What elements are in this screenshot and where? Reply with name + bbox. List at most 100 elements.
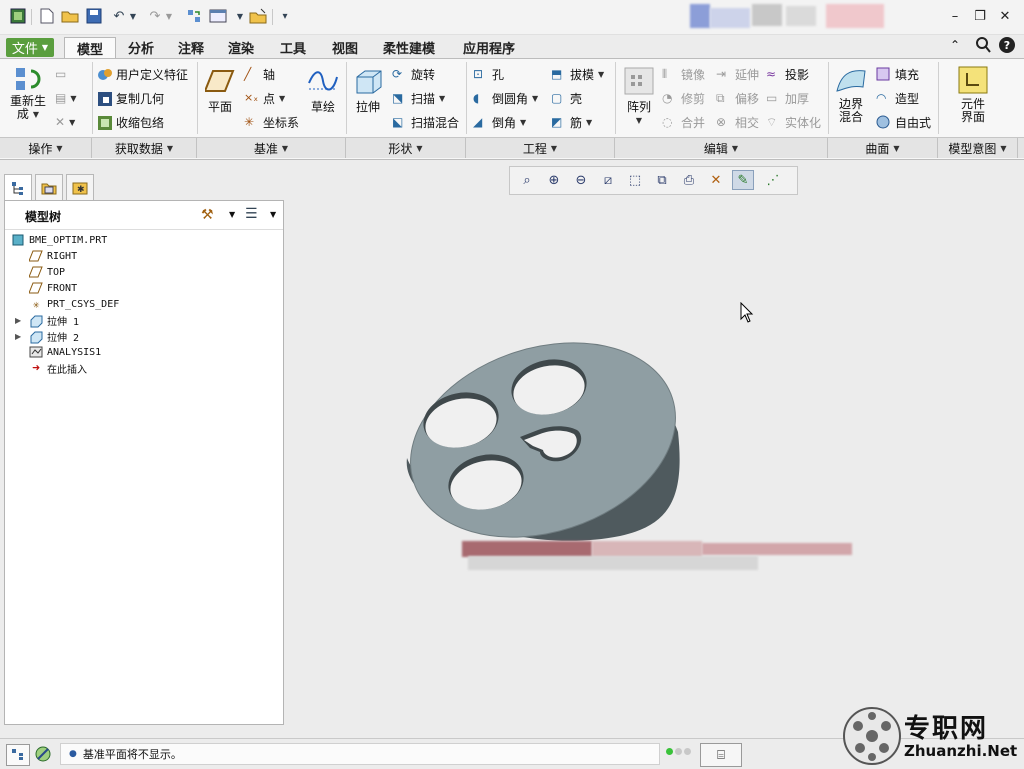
merge-button[interactable]: ◌ 合并 — [662, 114, 705, 131]
style-button[interactable]: ◠ 造型 — [876, 90, 919, 107]
expand-arrow-icon[interactable]: ▶ — [15, 316, 21, 325]
datum-display-icon[interactable]: ✕ — [705, 170, 727, 190]
model-graphics[interactable] — [380, 320, 700, 560]
sketch-button[interactable]: 草绘 — [305, 67, 341, 114]
sweep-button[interactable]: ⬔ 扫描 ▼ — [392, 90, 445, 107]
tree-item-insert-here[interactable]: ➜ 在此插入 — [29, 361, 87, 376]
group-engineering[interactable]: 工程 ▼ — [466, 138, 615, 158]
tab-view[interactable]: 视图 — [322, 38, 368, 57]
extrude-button[interactable]: 拉伸 — [351, 67, 385, 114]
rib-button[interactable]: ◩ 筋 ▼ — [551, 114, 592, 131]
tab-tools[interactable]: 工具 — [268, 38, 318, 57]
browser-toggle-icon[interactable] — [32, 744, 54, 764]
tree-settings-icon[interactable]: ⚒ — [201, 207, 214, 223]
group-shapes[interactable]: 形状 ▼ — [346, 138, 466, 158]
view-manager-icon[interactable]: ⎙ — [678, 170, 700, 190]
tree-item-csys[interactable]: ✳ PRT_CSYS_DEF — [29, 297, 120, 311]
round-button[interactable]: ◖ 倒圆角 ▼ — [473, 90, 538, 107]
csys-button[interactable]: ✳ 坐标系 — [244, 114, 299, 131]
offset-button[interactable]: ⧉ 偏移 — [716, 90, 759, 107]
revolve-button[interactable]: ⟳ 旋转 — [392, 66, 435, 83]
mirror-button[interactable]: ⫴ 镜像 — [662, 66, 705, 83]
regenerate-icon[interactable] — [185, 7, 203, 25]
copy-icon[interactable]: ▭ — [55, 67, 66, 81]
zoom-out-icon[interactable]: ⊖ — [570, 170, 592, 190]
paste-icon[interactable]: ▤ ▼ — [55, 91, 77, 105]
extend-button[interactable]: ⇥ 延伸 — [716, 66, 759, 83]
windows-dropdown-icon[interactable]: ▼ — [231, 7, 249, 25]
open-icon[interactable] — [61, 7, 79, 25]
tab-render[interactable]: 渲染 — [218, 38, 264, 57]
pattern-button[interactable]: 阵列 ▼ — [622, 67, 656, 127]
favorites-tab[interactable]: ✱ — [66, 174, 94, 202]
zoom-in-icon[interactable]: ⊕ — [543, 170, 565, 190]
copy-geometry-button[interactable]: 复制几何 — [97, 90, 164, 107]
saved-orientations-icon[interactable]: ⧉ — [651, 170, 673, 190]
thicken-button[interactable]: ▭ 加厚 — [766, 90, 809, 107]
tab-flexible-modeling[interactable]: 柔性建模 — [372, 38, 446, 57]
tree-columns-icon[interactable]: ☰ — [245, 206, 258, 222]
point-button[interactable]: ×ₓ 点 ▼ — [244, 90, 285, 107]
search-icon[interactable] — [975, 36, 991, 57]
group-datum[interactable]: 基准 ▼ — [197, 138, 346, 158]
selection-filter-icon[interactable]: ⌸ — [700, 743, 742, 767]
shrinkwrap-button[interactable]: 收缩包络 — [97, 114, 164, 131]
close-icon[interactable]: ✕ — [995, 6, 1015, 26]
group-operations[interactable]: 操作 ▼ — [0, 138, 92, 158]
group-get-data[interactable]: 获取数据 ▼ — [92, 138, 197, 158]
trim-button[interactable]: ◔ 修剪 — [662, 90, 705, 107]
tree-item-extrude-1[interactable]: 拉伸 1 — [29, 313, 79, 328]
boundary-blend-button[interactable]: 边界 混合 — [833, 67, 869, 124]
help-icon[interactable]: ? — [999, 37, 1015, 53]
tab-annotate[interactable]: 注释 — [168, 38, 214, 57]
group-model-intent[interactable]: 模型意图 ▼ — [938, 138, 1018, 158]
minimize-icon[interactable]: – — [945, 6, 965, 26]
hole-button[interactable]: ⊡ 孔 — [473, 66, 504, 83]
regenerate-button[interactable]: 重新生 成 ▼ — [8, 65, 48, 121]
chevron-down-icon[interactable]: ▼ — [229, 210, 235, 219]
tree-item-extrude-2[interactable]: 拉伸 2 — [29, 329, 79, 344]
tree-item-part[interactable]: BME_OPTIM.PRT — [11, 233, 107, 247]
delete-icon[interactable]: ✕ ▼ — [55, 115, 75, 129]
project-button[interactable]: ≈ 投影 — [766, 66, 809, 83]
save-icon[interactable] — [85, 7, 103, 25]
tab-analysis[interactable]: 分析 — [118, 38, 164, 57]
intersect-button[interactable]: ⊗ 相交 — [716, 114, 759, 131]
repaint-icon[interactable]: ⧄ — [597, 170, 619, 190]
draft-button[interactable]: ⬒ 拔模 ▼ — [551, 66, 604, 83]
udf-button[interactable]: 用户定义特征 — [97, 66, 188, 83]
restore-icon[interactable]: ❐ — [970, 6, 990, 26]
chamfer-button[interactable]: ◢ 倒角 ▼ — [473, 114, 526, 131]
spin-center-icon[interactable]: ✎ — [732, 170, 754, 190]
navigator-toggle-icon[interactable] — [6, 744, 30, 766]
undo-dropdown-icon[interactable]: ▼ — [124, 7, 142, 25]
new-icon[interactable] — [38, 7, 56, 25]
fill-button[interactable]: 填充 — [876, 66, 919, 83]
group-editing[interactable]: 编辑 ▼ — [615, 138, 828, 158]
tree-item-top[interactable]: TOP — [29, 265, 65, 279]
shell-button[interactable]: ▢ 壳 — [551, 90, 582, 107]
windows-icon[interactable] — [209, 7, 227, 25]
axis-button[interactable]: ╱ 轴 — [244, 66, 275, 83]
tree-item-right[interactable]: RIGHT — [29, 249, 77, 263]
solidify-button[interactable]: ⌔ 实体化 — [766, 114, 821, 131]
swept-blend-button[interactable]: ⬕ 扫描混合 — [392, 114, 459, 131]
customize-icon[interactable]: ▾ — [276, 7, 294, 25]
group-surfaces[interactable]: 曲面 ▼ — [828, 138, 938, 158]
display-style-icon[interactable]: ⬚ — [624, 170, 646, 190]
tab-file[interactable]: 文件 ▼ — [6, 38, 54, 57]
plane-button[interactable]: 平面 — [203, 67, 237, 114]
chevron-down-icon[interactable]: ▼ — [270, 210, 276, 219]
tab-model[interactable]: 模型 — [64, 37, 116, 58]
tree-item-front[interactable]: FRONT — [29, 281, 77, 295]
collapse-ribbon-icon[interactable]: ⌃ — [950, 38, 960, 52]
component-interface-button[interactable]: 元件 界面 — [953, 65, 993, 124]
expand-arrow-icon[interactable]: ▶ — [15, 332, 21, 341]
refit-icon[interactable]: ⌕ — [516, 170, 538, 190]
close-window-icon[interactable] — [249, 7, 267, 25]
tab-applications[interactable]: 应用程序 — [450, 38, 528, 57]
folder-browser-tab[interactable] — [35, 174, 63, 202]
annotation-display-icon[interactable]: ⋰ — [762, 170, 784, 190]
freestyle-button[interactable]: 自由式 — [876, 114, 931, 131]
model-tree-tab[interactable] — [4, 174, 32, 202]
